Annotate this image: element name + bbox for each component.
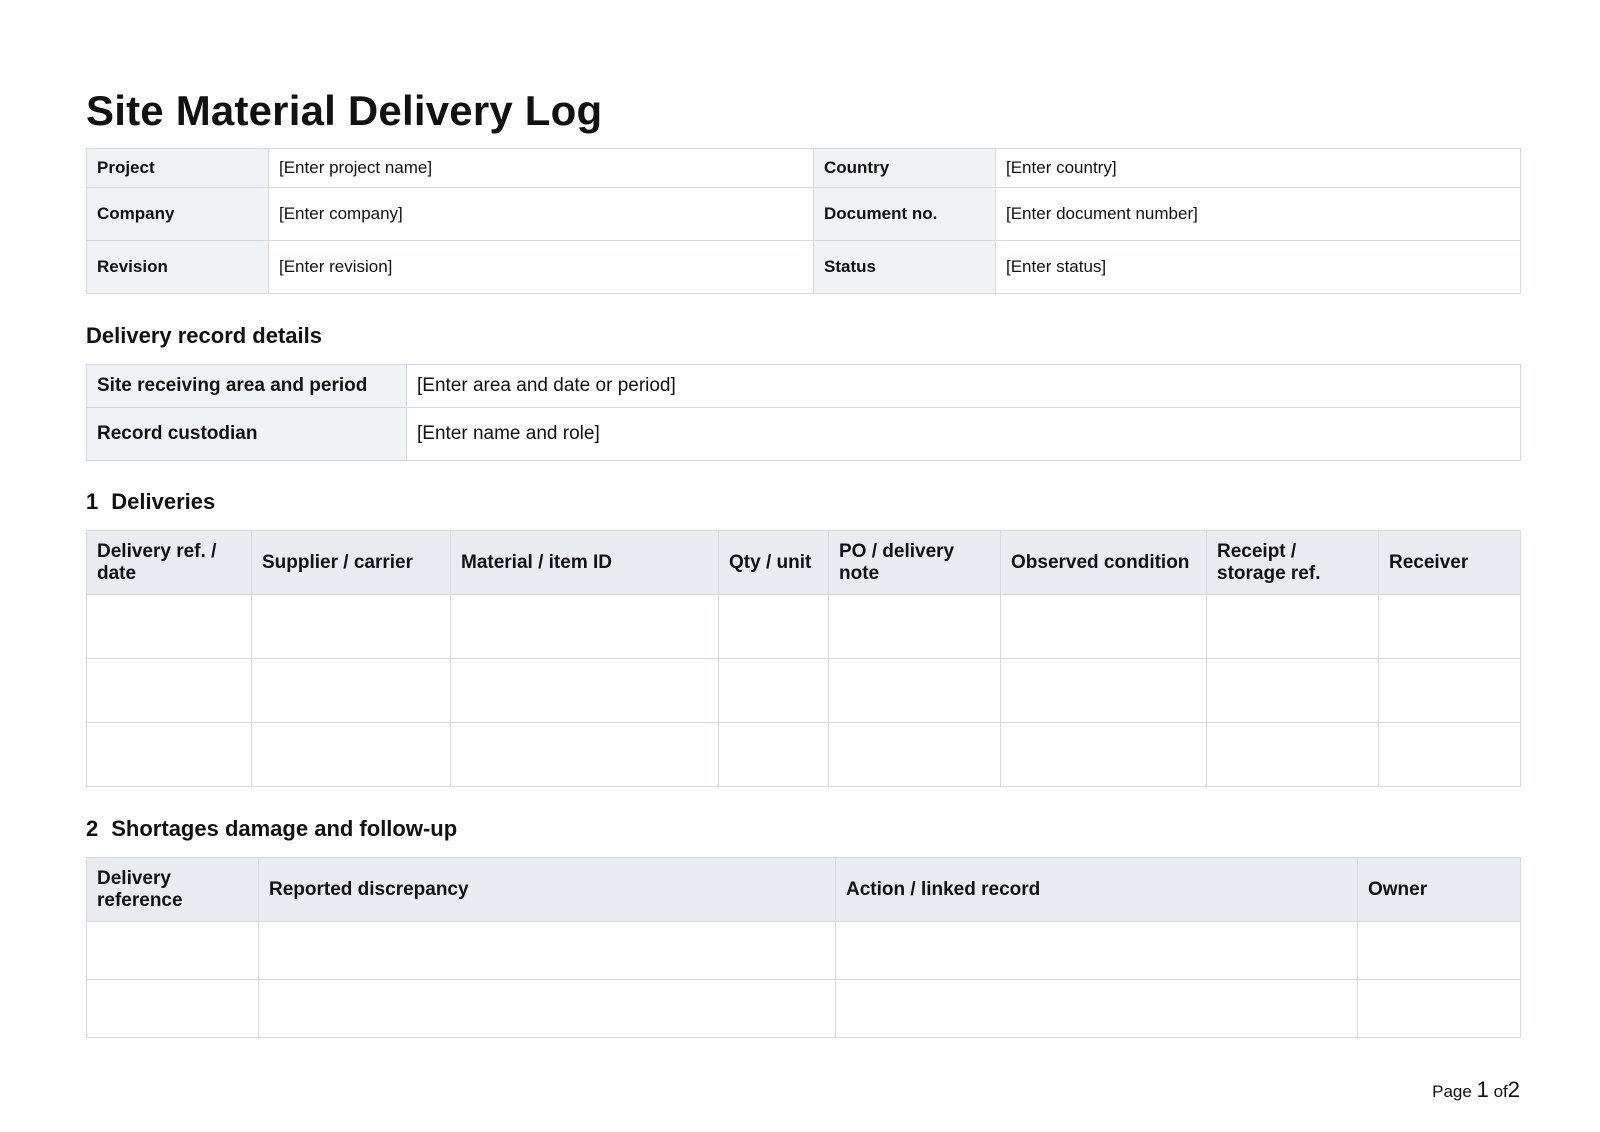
- table-cell[interactable]: [450, 594, 719, 659]
- table-cell[interactable]: [1206, 658, 1379, 723]
- table-cell[interactable]: [828, 722, 1001, 787]
- details-label-receiving-area: Site receiving area and period: [86, 364, 407, 408]
- column-header-receiver: Receiver: [1378, 530, 1521, 595]
- column-header-condition: Observed condition: [1000, 530, 1207, 595]
- record-custodian-field[interactable]: [Enter name and role]: [406, 407, 1521, 461]
- table-cell[interactable]: [718, 722, 829, 787]
- table-cell[interactable]: [1357, 979, 1521, 1038]
- table-cell[interactable]: [718, 594, 829, 659]
- document-number-field[interactable]: [Enter document number]: [995, 187, 1521, 241]
- table-row: [86, 658, 1521, 723]
- table-cell[interactable]: [86, 658, 252, 723]
- current-page: 1: [1476, 1077, 1489, 1102]
- column-header-delivery-reference: Delivery reference: [86, 857, 259, 922]
- table-cell[interactable]: [835, 921, 1358, 980]
- document-title: Site Material Delivery Log: [86, 87, 603, 134]
- metadata-label-revision: Revision: [86, 240, 269, 294]
- of-word: of: [1493, 1082, 1508, 1101]
- table-cell[interactable]: [1206, 722, 1379, 787]
- table-cell[interactable]: [251, 658, 451, 723]
- country-field[interactable]: [Enter country]: [995, 148, 1521, 188]
- table-cell[interactable]: [1000, 722, 1207, 787]
- metadata-label-country: Country: [813, 148, 996, 188]
- metadata-label-document-no: Document no.: [813, 187, 996, 241]
- deliveries-heading: 1 Deliveries: [86, 488, 215, 516]
- table-row: [86, 921, 1521, 980]
- metadata-label-project: Project: [86, 148, 269, 188]
- table-cell[interactable]: [828, 594, 1001, 659]
- delivery-record-details-table: Site receiving area and period [Enter ar…: [86, 364, 1521, 461]
- column-header-action: Action / linked record: [835, 857, 1358, 922]
- company-field[interactable]: [Enter company]: [268, 187, 814, 241]
- table-header-row: Delivery reference Reported discrepancy …: [86, 857, 1521, 922]
- table-cell[interactable]: [450, 658, 719, 723]
- table-cell[interactable]: [1378, 722, 1521, 787]
- table-cell[interactable]: [828, 658, 1001, 723]
- table-cell[interactable]: [258, 979, 836, 1038]
- details-label-record-custodian: Record custodian: [86, 407, 407, 461]
- shortages-table: Delivery reference Reported discrepancy …: [86, 857, 1521, 1038]
- table-cell[interactable]: [1378, 594, 1521, 659]
- section-number: 2: [86, 816, 99, 841]
- section-title: Deliveries: [111, 489, 216, 514]
- table-cell[interactable]: [86, 594, 252, 659]
- metadata-label-company: Company: [86, 187, 269, 241]
- receiving-area-field[interactable]: [Enter area and date or period]: [406, 364, 1521, 408]
- metadata-label-status: Status: [813, 240, 996, 294]
- column-header-discrepancy: Reported discrepancy: [258, 857, 836, 922]
- page-word: Page: [1432, 1082, 1472, 1101]
- table-row: [86, 594, 1521, 659]
- column-header-owner: Owner: [1357, 857, 1521, 922]
- details-row: Site receiving area and period [Enter ar…: [86, 364, 1521, 408]
- table-cell[interactable]: [1378, 658, 1521, 723]
- table-header-row: Delivery ref. / date Supplier / carrier …: [86, 530, 1521, 595]
- column-header-supplier: Supplier / carrier: [251, 530, 451, 595]
- table-cell[interactable]: [1000, 658, 1207, 723]
- deliveries-table: Delivery ref. / date Supplier / carrier …: [86, 530, 1521, 787]
- document-metadata-table: Project [Enter project name] Country [En…: [86, 148, 1521, 294]
- delivery-record-details-heading: Delivery record details: [86, 323, 323, 348]
- page-number: Page 1 of2: [1432, 1078, 1520, 1104]
- metadata-row: Company [Enter company] Document no. [En…: [86, 187, 1521, 241]
- column-header-material: Material / item ID: [450, 530, 719, 595]
- table-cell[interactable]: [1000, 594, 1207, 659]
- table-cell[interactable]: [450, 722, 719, 787]
- status-field[interactable]: [Enter status]: [995, 240, 1521, 294]
- table-row: [86, 979, 1521, 1038]
- shortages-heading: 2 Shortages damage and follow-up: [86, 815, 457, 843]
- table-cell[interactable]: [251, 594, 451, 659]
- table-cell[interactable]: [86, 722, 252, 787]
- metadata-row: Revision [Enter revision] Status [Enter …: [86, 240, 1521, 294]
- table-cell[interactable]: [251, 722, 451, 787]
- table-cell[interactable]: [86, 921, 259, 980]
- section-title: Shortages damage and follow-up: [111, 816, 458, 841]
- details-row: Record custodian [Enter name and role]: [86, 407, 1521, 461]
- revision-field[interactable]: [Enter revision]: [268, 240, 814, 294]
- column-header-qty: Qty / unit: [718, 530, 829, 595]
- table-cell[interactable]: [1206, 594, 1379, 659]
- column-header-receipt-ref: Receipt / storage ref.: [1206, 530, 1379, 595]
- section-number: 1: [86, 489, 99, 514]
- table-cell[interactable]: [1357, 921, 1521, 980]
- column-header-delivery-ref: Delivery ref. / date: [86, 530, 252, 595]
- column-header-po-note: PO / delivery note: [828, 530, 1001, 595]
- total-pages: 2: [1507, 1077, 1520, 1102]
- table-row: [86, 722, 1521, 787]
- project-field[interactable]: [Enter project name]: [268, 148, 814, 188]
- metadata-row: Project [Enter project name] Country [En…: [86, 148, 1521, 188]
- table-cell[interactable]: [258, 921, 836, 980]
- table-cell[interactable]: [86, 979, 259, 1038]
- table-cell[interactable]: [835, 979, 1358, 1038]
- table-cell[interactable]: [718, 658, 829, 723]
